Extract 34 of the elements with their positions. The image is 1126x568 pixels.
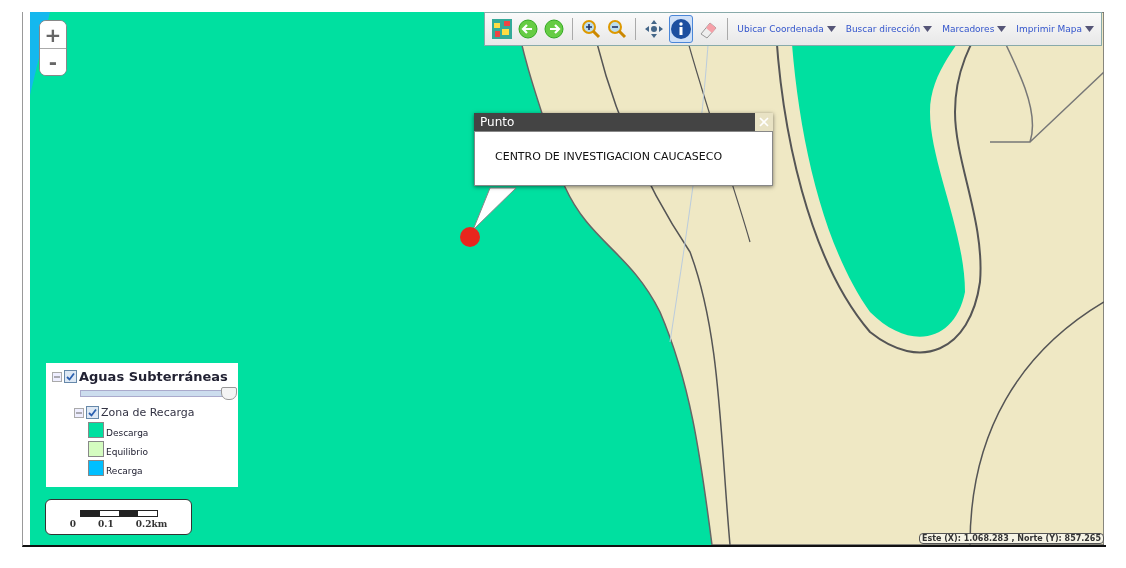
menu-button[interactable]: Marcadores [939, 24, 1010, 34]
sublayer-title: Zona de Recarga [101, 406, 195, 419]
dropdown-caret-icon [923, 26, 933, 32]
menu-button[interactable]: Ubicar Coordenada [734, 24, 839, 34]
toolbar-button[interactable] [669, 15, 694, 43]
zoom-in-icon [581, 19, 602, 39]
scale-label: 0 [69, 519, 77, 529]
layer-title: Aguas Subterráneas [79, 369, 228, 384]
dropdown-caret-icon [826, 26, 836, 32]
collapse-icon[interactable] [52, 371, 62, 382]
menu-button[interactable]: Imprimir Mapa [1013, 24, 1098, 34]
map-view[interactable] [30, 12, 1104, 545]
scale-label: 0.1 [98, 519, 114, 529]
scale-label: 0.2km [135, 519, 168, 529]
location-marker[interactable] [460, 227, 480, 247]
map-thumbnail-icon [492, 19, 513, 39]
popup-text: CENTRO DE INVESTIGACION CAUCASECO [495, 150, 723, 163]
collapse-icon[interactable] [74, 407, 84, 418]
legend-label: Equilibrio [106, 447, 149, 457]
legend-label: Recarga [106, 466, 143, 476]
coordinates-readout: Este (X): 1.068.283 , Norte (Y): 857.265 [918, 533, 1104, 544]
zoom-out-button[interactable]: - [40, 48, 66, 75]
info-icon [670, 18, 693, 40]
checkbox[interactable] [86, 406, 99, 419]
zoom-out-icon [607, 19, 628, 39]
dropdown-caret-icon [1085, 26, 1095, 32]
pan-arrows-icon [644, 19, 665, 39]
menu-button[interactable]: Buscar dirección [842, 24, 936, 34]
legend-label: Descarga [106, 428, 149, 438]
popup-title: Punto [480, 115, 515, 129]
dropdown-caret-icon [997, 26, 1007, 32]
checkbox[interactable] [64, 370, 77, 383]
slider-thumb[interactable] [221, 387, 238, 400]
opacity-slider[interactable] [80, 387, 240, 400]
